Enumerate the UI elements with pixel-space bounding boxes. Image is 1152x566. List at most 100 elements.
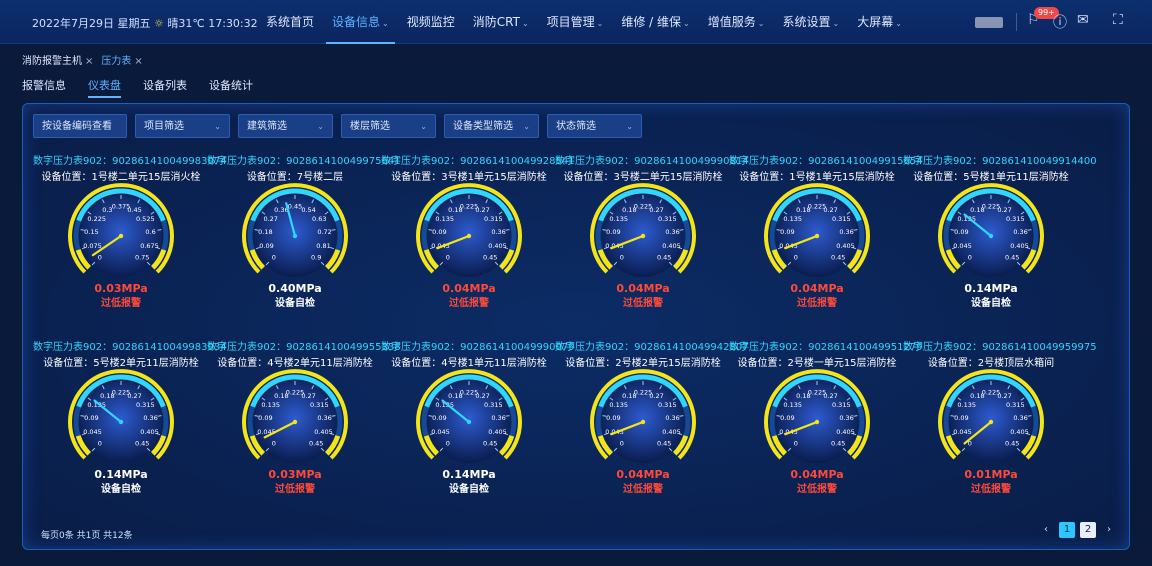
- gauge-dial: 00.0450.090.1350.180.2250.270.3150.360.4…: [416, 183, 522, 277]
- nav-item-5[interactable]: 维修 / 维保 ⌄: [615, 0, 695, 44]
- gauge-tick-label: 0.18: [258, 228, 272, 236]
- gauge-tick-label: 0.045: [953, 428, 972, 436]
- gauge-tick-label: 0.135: [261, 401, 280, 409]
- date-text: 2022年7月29日 星期五: [32, 17, 151, 30]
- gauge-tick-label: 0.09: [606, 228, 620, 236]
- nav-item-label: 设备信息: [332, 15, 381, 29]
- subtab-3[interactable]: 设备统计: [209, 77, 253, 98]
- subtab-1[interactable]: 仪表盘: [88, 77, 121, 98]
- nav-item-0[interactable]: 系统首页: [260, 0, 320, 44]
- pressure-gauge-card[interactable]: 数字压力表902：902861410049959975 设备位置：2号楼顶层水箱间…: [903, 338, 1097, 508]
- close-icon[interactable]: ×: [134, 56, 142, 67]
- gauge-tick-label: 0.675: [140, 242, 159, 250]
- gauge-needle-hub: [814, 419, 820, 425]
- gauge-tick-label: 0.315: [484, 401, 503, 409]
- view-by-code-label: 按设备编码查看: [42, 121, 112, 132]
- divider: [1016, 13, 1017, 31]
- nav-item-2[interactable]: 视频监控: [401, 0, 461, 44]
- prev-page-button[interactable]: ‹: [1038, 522, 1054, 538]
- gauge-tick: [853, 229, 858, 231]
- status-label: 过低报警: [797, 298, 837, 309]
- filter-select-3[interactable]: 设备类型筛选 ⌄: [444, 114, 539, 138]
- chevron-down-icon: ⌄: [214, 122, 221, 131]
- next-page-button[interactable]: ›: [1101, 522, 1117, 538]
- nav-item-6[interactable]: 增值服务 ⌄: [702, 0, 771, 44]
- pressure-gauge-card[interactable]: 数字压力表902：902861410049983934 设备位置：5号楼2单元11…: [33, 338, 227, 508]
- nav-item-7[interactable]: 系统设置 ⌄: [776, 0, 845, 44]
- page-button[interactable]: 2: [1080, 522, 1096, 538]
- gauge-tick-label: 0.315: [1006, 401, 1025, 409]
- gauge-tick-label: 0.63: [312, 215, 326, 223]
- gauge-tick-label: 0.27: [263, 215, 277, 223]
- gauge-tick-label: 0.27: [823, 392, 837, 400]
- pressure-gauge-card[interactable]: 数字压力表902：902861410049983074 设备位置：1号楼二单元15…: [33, 152, 227, 322]
- mail-icon[interactable]: ✉: [1077, 12, 1089, 28]
- pressure-gauge-card[interactable]: 数字压力表902：902861410049951279 设备位置：2号楼一单元15…: [729, 338, 923, 508]
- gauge-needle-hub: [814, 233, 820, 239]
- gauge-tick-label: 0: [272, 254, 276, 262]
- gauge-tick-label: 0.405: [314, 428, 333, 436]
- pressure-gauge-card[interactable]: 数字压力表902：902861410049975641 设备位置：7号楼二层 0 0.…: [207, 152, 401, 322]
- gauge-tick-label: 0.405: [488, 428, 507, 436]
- subtab-2[interactable]: 设备列表: [143, 77, 187, 98]
- gauge-needle-hub: [292, 233, 298, 239]
- gauge-tick-label: 0.45: [288, 203, 302, 211]
- pressure-gauge-card[interactable]: 数字压力表902：902861410049915654 设备位置：1号楼1单元15…: [729, 152, 923, 322]
- nav-item-8[interactable]: 大屏幕 ⌄: [851, 0, 908, 44]
- status-label: 过低报警: [971, 484, 1011, 495]
- gauge-tick: [331, 229, 336, 231]
- gauge-needle-hub: [640, 233, 646, 239]
- page-tabs: 消防报警主机 × 压力表 ×: [0, 50, 151, 68]
- gauge-tick-label: 0.135: [783, 401, 802, 409]
- gauge-tick-label: 0.135: [609, 215, 628, 223]
- filter-select-label: 设备类型筛选: [453, 121, 513, 132]
- gauge-tick-label: 0.045: [953, 242, 972, 250]
- help-icon[interactable]: ⓘ: [1053, 12, 1067, 32]
- sun-icon: ☼: [154, 17, 164, 30]
- tab-0[interactable]: 消防报警主机 ×: [22, 52, 93, 67]
- gauge-tick-label: 0.09: [432, 228, 446, 236]
- pressure-gauge-card[interactable]: 数字压力表902：902861410049990079 设备位置：4号楼1单元11…: [381, 338, 575, 508]
- tab-1[interactable]: 压力表 ×: [101, 52, 142, 67]
- nav-item-1[interactable]: 设备信息 ⌄: [326, 0, 395, 44]
- filter-select-4[interactable]: 状态筛选 ⌄: [547, 114, 642, 138]
- pressure-gauge-card[interactable]: 数字压力表902：902861410049928541 设备位置：3号楼1单元15…: [381, 152, 575, 322]
- chevron-down-icon: ⌄: [757, 19, 765, 28]
- gauge-tick-label: 0.27: [997, 206, 1011, 214]
- gauge-tick-label: 0.75: [135, 254, 149, 262]
- filter-select-2[interactable]: 楼层筛选 ⌄: [341, 114, 436, 138]
- nav-item-label: 增值服务: [707, 15, 756, 29]
- pressure-gauge-card[interactable]: 数字压力表902：902861410049955338 设备位置：4号楼2单元11…: [207, 338, 401, 508]
- pressure-gauge-card[interactable]: 数字压力表902：902861410049942807 设备位置：2号楼2单元15…: [555, 338, 749, 508]
- chevron-down-icon: ⌄: [895, 19, 902, 28]
- filter-bar: 按设备编码查看 项目筛选 ⌄ 建筑筛选 ⌄ 楼层筛选 ⌄ 设备类型筛选 ⌄ 状态筛选 ⌄: [33, 114, 650, 138]
- gauge-tick-label: 0: [446, 254, 450, 262]
- filter-select-1[interactable]: 建筑筛选 ⌄: [238, 114, 333, 138]
- gauge-dial: 00.0450.090.1350.180.2250.270.3150.360.4…: [938, 369, 1044, 463]
- gauge-needle-hub: [292, 419, 298, 425]
- gauge-tick-label: 0.075: [83, 242, 102, 250]
- gauge-tick-label: 0.09: [432, 414, 446, 422]
- avatar[interactable]: [975, 17, 1003, 28]
- pressure-gauge-card[interactable]: 数字压力表902：902861410049990814 设备位置：3号楼二单元15…: [555, 152, 749, 322]
- gauge-tick-label: 0.135: [783, 215, 802, 223]
- close-icon[interactable]: ×: [85, 56, 93, 67]
- device-code: 数字压力表902：902861410049990814: [555, 156, 749, 167]
- status-label: 过低报警: [449, 298, 489, 309]
- gauge-dial: 00.0450.090.1350.180.2250.270.3150.360.4…: [416, 369, 522, 463]
- filter-select-0[interactable]: 项目筛选 ⌄: [135, 114, 230, 138]
- device-code: 数字压力表902：902861410049983074: [33, 156, 227, 167]
- nav-item-3[interactable]: 消防CRT ⌄: [467, 0, 535, 44]
- nav-item-label: 系统设置: [782, 15, 831, 29]
- pressure-gauge-card[interactable]: 数字压力表902：902861410049914400 设备位置：5号楼1单元11…: [903, 152, 1097, 322]
- device-code: 数字压力表902：902861410049928541: [381, 156, 575, 167]
- gauge-tick-label: 0.315: [1006, 215, 1025, 223]
- status-label: 设备自检: [449, 484, 489, 495]
- gauge-tick-label: 0: [446, 440, 450, 448]
- subtab-0[interactable]: 报警信息: [22, 77, 66, 98]
- view-by-code-button[interactable]: 按设备编码查看: [33, 114, 127, 138]
- nav-item-4[interactable]: 项目管理 ⌄: [541, 0, 610, 44]
- page-button[interactable]: 1: [1059, 522, 1075, 538]
- fullscreen-icon[interactable]: ⛶: [1113, 12, 1123, 28]
- gauge-tick-label: 0.27: [475, 206, 489, 214]
